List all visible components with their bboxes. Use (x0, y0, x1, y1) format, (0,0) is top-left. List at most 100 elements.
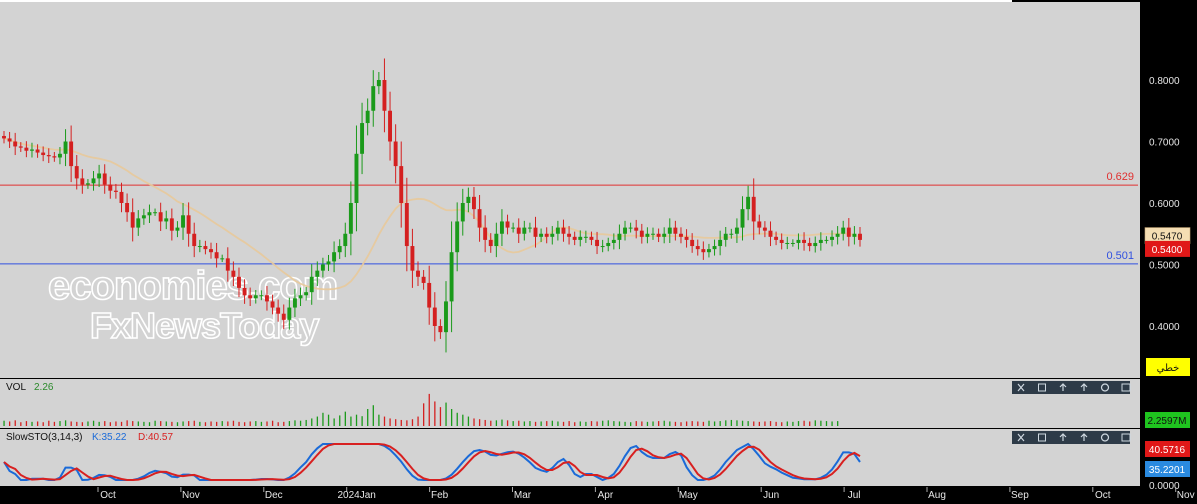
volume-bar-134 (753, 421, 755, 426)
volume-bar-41 (232, 420, 235, 426)
volume-bar-38 (216, 421, 218, 426)
volume-bar-48 (271, 420, 274, 426)
volume-bar-137 (769, 421, 772, 426)
volume-bar-18 (104, 421, 106, 426)
candle-body-89 (499, 221, 504, 234)
volume-bar-26 (148, 422, 151, 426)
volume-bar-95 (534, 421, 537, 426)
volume-bar-58 (327, 414, 330, 426)
candle-body-112 (628, 227, 633, 229)
candle-body-146 (818, 239, 823, 243)
candle-body-7 (41, 152, 46, 156)
candle-body-143 (802, 239, 807, 243)
candle-body-37 (209, 249, 213, 253)
candle-body-128 (718, 239, 723, 247)
candle-body-106 (595, 239, 600, 247)
candle-body-147 (824, 239, 829, 241)
volume-bar-67 (378, 414, 380, 426)
volume-bar-11 (64, 420, 67, 426)
month-label-1: Nov (182, 490, 200, 501)
volume-bar-121 (680, 422, 682, 426)
volume-panel[interactable] (0, 379, 1140, 428)
stochastic-d-last-label: 40.5716 (1149, 445, 1186, 456)
candle-body-148 (830, 236, 834, 240)
price-tick-4: 0.4000 (1149, 322, 1180, 333)
volume-bar-101 (568, 421, 570, 426)
volume-bar-54 (305, 419, 307, 426)
candle-body-33 (186, 215, 191, 234)
volume-bar-77 (434, 401, 436, 426)
stochastic-panel-controls[interactable] (1012, 431, 1131, 444)
volume-bar-65 (367, 409, 369, 426)
level-label-0: 0.629 (1106, 171, 1134, 183)
candle-body-69 (388, 110, 392, 142)
candle-body-137 (768, 230, 773, 237)
candle-body-67 (376, 80, 381, 87)
volume-panel-controls[interactable] (1012, 381, 1131, 394)
candle-body-64 (360, 123, 365, 154)
candle-body-88 (494, 233, 499, 247)
candle-body-21 (119, 191, 124, 203)
month-label-7: May (679, 490, 698, 501)
volume-bar-133 (747, 421, 749, 426)
volume-bar-46 (260, 421, 263, 426)
volume-bar-88 (495, 420, 498, 426)
volume-bar-148 (831, 421, 833, 426)
volume-bar-34 (193, 420, 195, 426)
volume-bar-108 (607, 420, 609, 426)
candle-body-13 (74, 166, 79, 179)
candle-body-138 (774, 236, 779, 240)
volume-bar-43 (243, 422, 246, 426)
volume-bar-117 (657, 421, 660, 426)
volume-bar-39 (221, 421, 223, 426)
volume-bar-149 (837, 421, 839, 426)
volume-bar-74 (417, 416, 419, 426)
volume-bar-62 (350, 416, 352, 426)
candle-body-87 (488, 239, 493, 247)
price-tick-0: 0.8000 (1149, 76, 1180, 87)
volume-bar-56 (316, 416, 319, 426)
candle-body-76 (427, 282, 432, 308)
candle-body-80 (449, 252, 454, 302)
volume-bar-130 (730, 419, 733, 426)
volume-bar-106 (596, 421, 598, 426)
volume-bar-13 (76, 421, 78, 426)
volume-bar-114 (641, 421, 643, 426)
candle-body-51 (287, 307, 292, 320)
volume-bar-42 (238, 421, 240, 426)
volume-bar-27 (154, 420, 156, 426)
volume-bar-92 (518, 420, 520, 426)
candle-body-55 (309, 276, 314, 293)
candle-body-47 (264, 295, 269, 302)
candle-body-103 (578, 236, 583, 240)
watermark-line-2: FxNewsToday (90, 305, 319, 346)
volume-bar-89 (501, 419, 503, 426)
candle-body-0 (2, 135, 6, 139)
candle-body-104 (583, 236, 588, 238)
volume-bar-6 (36, 421, 39, 426)
candle-body-57 (320, 264, 325, 271)
volume-bar-69 (389, 418, 391, 426)
candle-body-56 (315, 270, 320, 277)
volume-bar-127 (713, 421, 716, 426)
month-label-6: Apr (598, 490, 614, 501)
volume-bar-57 (322, 412, 324, 426)
candle-body-3 (18, 146, 23, 148)
volume-bar-33 (188, 421, 190, 426)
volume-bar-138 (775, 421, 777, 426)
candle-body-41 (231, 270, 236, 277)
month-label-2: Dec (265, 490, 283, 501)
candle-body-108 (606, 242, 611, 247)
volume-bar-49 (277, 422, 279, 426)
volume-bar-139 (781, 422, 783, 426)
volume-bar-119 (669, 421, 671, 426)
candle-body-54 (304, 292, 309, 296)
volume-bar-84 (473, 418, 475, 426)
candle-body-50 (281, 313, 286, 320)
candle-body-22 (125, 203, 130, 213)
candle-body-65 (365, 110, 370, 124)
month-label-3: 2024Jan (338, 490, 376, 501)
volume-bar-15 (87, 421, 89, 426)
candle-body-36 (203, 246, 208, 250)
candle-body-31 (175, 227, 180, 231)
